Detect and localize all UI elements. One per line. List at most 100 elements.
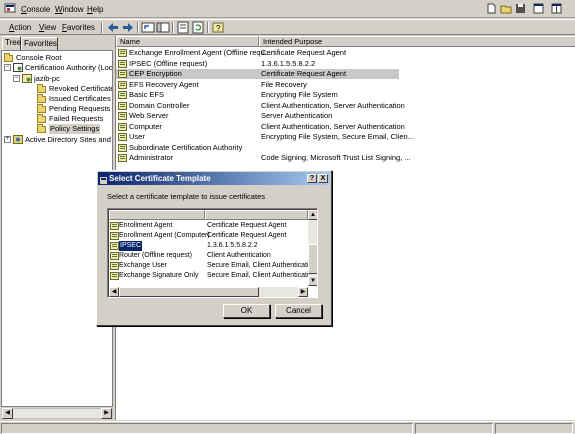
status-panel bbox=[415, 423, 493, 434]
certificate-template-icon bbox=[110, 242, 119, 250]
certificate-template-icon bbox=[110, 252, 119, 260]
certificate-template-icon bbox=[118, 102, 127, 110]
template-list-horizontal-scrollbar[interactable]: ◀ ▶ bbox=[109, 287, 308, 297]
toolbar-separator bbox=[137, 22, 139, 33]
refresh-icon[interactable] bbox=[191, 21, 205, 34]
help-icon[interactable]: ? bbox=[211, 21, 225, 34]
scroll-right-arrow-icon[interactable]: ▶ bbox=[101, 408, 112, 419]
list-item[interactable]: Web Server Server Authentication bbox=[116, 111, 575, 121]
sites-icon bbox=[13, 135, 23, 144]
column-header-intended-purpose[interactable]: Intended Purpose bbox=[259, 36, 575, 47]
cancel-button[interactable]: Cancel bbox=[275, 304, 322, 318]
svg-text:?: ? bbox=[216, 24, 221, 33]
list-item[interactable]: Exchange User Secure Email, Client Authen… bbox=[109, 261, 315, 271]
dialog-app-icon bbox=[100, 175, 107, 184]
certificate-template-icon bbox=[110, 232, 119, 240]
column-header-intended-purpose[interactable] bbox=[205, 210, 308, 220]
select-certificate-template-dialog: Select Certificate Template ? X Select a… bbox=[96, 170, 332, 326]
list-item[interactable]: EFS Recovery Agent File Recovery bbox=[116, 80, 575, 90]
list-item[interactable]: Computer Client Authentication, Server Au… bbox=[116, 122, 575, 132]
list-item[interactable]: Exchange Enrollment Agent (Offline requ.… bbox=[116, 48, 575, 58]
toolbar-separator bbox=[172, 22, 174, 33]
show-hide-tree-icon[interactable] bbox=[156, 21, 170, 34]
list-item[interactable]: CEP Encryption Certificate Request Agent bbox=[116, 69, 399, 79]
window-tile-icon[interactable] bbox=[551, 3, 562, 14]
back-arrow-icon[interactable] bbox=[106, 21, 120, 34]
tab-tree[interactable]: Tree bbox=[2, 36, 21, 50]
folder-icon bbox=[37, 84, 46, 93]
tree-expander[interactable]: + bbox=[4, 136, 11, 143]
status-panel bbox=[1, 423, 413, 434]
close-button[interactable]: X bbox=[318, 174, 328, 183]
folder-icon bbox=[37, 124, 46, 133]
status-bar bbox=[0, 421, 575, 434]
forward-arrow-icon[interactable] bbox=[121, 21, 135, 34]
help-button[interactable]: ? bbox=[307, 174, 317, 183]
menu-window[interactable]: Window bbox=[55, 4, 83, 15]
certificate-template-icon bbox=[110, 262, 119, 270]
scroll-thumb[interactable] bbox=[308, 244, 317, 274]
ok-button[interactable]: OK bbox=[223, 304, 270, 318]
menu-view[interactable]: View bbox=[39, 22, 56, 33]
column-header-name[interactable]: Name bbox=[116, 36, 259, 47]
certificate-template-icon bbox=[118, 91, 127, 99]
menu-action[interactable]: Action bbox=[9, 22, 31, 33]
certificate-template-icon bbox=[118, 70, 127, 78]
menu-console[interactable]: Console bbox=[21, 4, 50, 15]
list-item[interactable]: Exchange Signature Only Secure Email, Cli… bbox=[109, 271, 315, 281]
new-console-icon[interactable] bbox=[486, 3, 497, 14]
list-item[interactable]: Basic EFS Encrypting File System bbox=[116, 90, 575, 100]
toolbar: Action View Favorites ? bbox=[0, 19, 575, 35]
certificate-template-icon bbox=[118, 60, 127, 68]
toolbar-separator bbox=[207, 22, 209, 33]
certificate-template-icon bbox=[118, 154, 127, 162]
menu-help[interactable]: Help bbox=[87, 4, 103, 15]
tree-tabs: Tree Favorites bbox=[2, 36, 113, 50]
certificate-template-icon bbox=[118, 112, 127, 120]
list-item[interactable]: Enrollment Agent Certificate Request Agen… bbox=[109, 221, 309, 231]
list-item[interactable]: Enrollment Agent (Computer) Certificate R… bbox=[109, 231, 309, 241]
open-folder-icon[interactable] bbox=[500, 3, 512, 14]
certificate-template-icon bbox=[110, 272, 119, 280]
certificate-template-icon bbox=[110, 222, 119, 230]
certificate-template-icon bbox=[118, 81, 127, 89]
toolbar-separator bbox=[101, 22, 103, 33]
list-item[interactable]: Router (Offline request) Client Authentic… bbox=[109, 251, 309, 261]
status-panel bbox=[495, 423, 573, 434]
folder-icon bbox=[37, 94, 46, 103]
column-header-name[interactable] bbox=[109, 210, 205, 220]
certificate-template-icon bbox=[118, 123, 127, 131]
template-list-vertical-scrollbar[interactable]: ▲ ▼ bbox=[308, 210, 317, 286]
menu-favorites[interactable]: Favorites bbox=[62, 22, 95, 33]
list-item[interactable]: User Encrypting File System, Secure Email… bbox=[116, 132, 575, 142]
certificate-template-icon bbox=[118, 133, 127, 141]
tree-expander[interactable]: − bbox=[4, 64, 11, 71]
list-item[interactable]: IPSEC (Offline request) 1.3.6.1.5.5.8.2.2 bbox=[116, 59, 575, 69]
server-icon bbox=[22, 74, 32, 83]
tree-horizontal-scrollbar[interactable]: ◀ ▶ bbox=[1, 408, 113, 419]
mmc-app-icon[interactable] bbox=[4, 3, 16, 14]
dialog-title-bar[interactable]: Select Certificate Template ? X bbox=[98, 172, 330, 185]
list-item[interactable]: Administrator Code Signing, Microsoft Tru… bbox=[116, 153, 575, 163]
scroll-down-arrow-icon[interactable]: ▼ bbox=[308, 276, 317, 286]
list-item[interactable]: IPSEC 1.3.6.1.5.5.8.2.2 bbox=[109, 241, 309, 251]
save-icon[interactable] bbox=[515, 3, 526, 14]
list-item[interactable]: Domain Controller Client Authentication, … bbox=[116, 101, 575, 111]
scroll-left-arrow-icon[interactable]: ◀ bbox=[2, 408, 13, 419]
scroll-up-arrow-icon[interactable]: ▲ bbox=[308, 210, 317, 220]
template-list: Enrollment Agent Certificate Request Agen… bbox=[107, 208, 318, 298]
properties-icon[interactable] bbox=[176, 21, 190, 34]
up-one-level-icon[interactable] bbox=[141, 21, 155, 34]
dialog-prompt: Select a certificate template to issue c… bbox=[107, 192, 265, 201]
folder-icon bbox=[4, 53, 13, 62]
certificate-template-icon bbox=[118, 144, 127, 152]
scroll-thumb[interactable] bbox=[119, 287, 259, 297]
tab-favorites[interactable]: Favorites bbox=[21, 37, 58, 50]
scroll-right-arrow-icon[interactable]: ▶ bbox=[298, 287, 308, 297]
scroll-left-arrow-icon[interactable]: ◀ bbox=[109, 287, 119, 297]
tree-expander[interactable]: − bbox=[13, 75, 20, 82]
folder-icon bbox=[37, 104, 46, 113]
window-icon[interactable] bbox=[533, 3, 544, 14]
certificate-authority-icon bbox=[13, 63, 23, 72]
list-item[interactable]: Subordinate Certification Authority bbox=[116, 143, 575, 153]
